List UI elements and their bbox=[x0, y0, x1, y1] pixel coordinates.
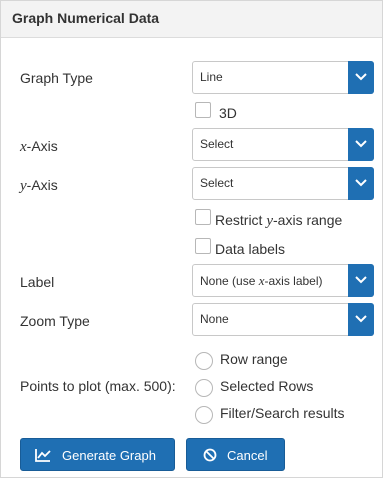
y-axis-label: y-Axis bbox=[20, 177, 58, 195]
3d-label: 3D bbox=[219, 105, 237, 121]
restrict-y-range-label: Restrict y-axis range bbox=[215, 212, 342, 230]
y-axis-select[interactable]: Select bbox=[192, 167, 374, 200]
zoom-type-value: None bbox=[200, 312, 229, 326]
y-axis-suffix: -Axis bbox=[26, 177, 58, 193]
y-axis-var: y bbox=[20, 178, 27, 194]
zoom-type-label: Zoom Type bbox=[20, 313, 90, 329]
chevron-down-icon bbox=[355, 315, 367, 323]
graph-type-dropdown-button[interactable] bbox=[348, 61, 374, 94]
cancel-button[interactable]: Cancel bbox=[186, 438, 285, 471]
label-value: None (use x-axis label) bbox=[200, 273, 323, 289]
cancel-label: Cancel bbox=[227, 448, 268, 463]
generate-graph-label: Generate Graph bbox=[62, 448, 156, 463]
label-value-pre: None (use bbox=[200, 274, 259, 288]
restrict-y-range-checkbox[interactable] bbox=[195, 209, 211, 225]
generate-graph-button[interactable]: Generate Graph bbox=[20, 438, 175, 471]
dialog-title: Graph Numerical Data bbox=[12, 10, 160, 26]
label-select[interactable]: None (use x-axis label) bbox=[192, 264, 374, 297]
x-axis-suffix: -Axis bbox=[26, 138, 58, 154]
dialog-titlebar: Graph Numerical Data bbox=[1, 1, 382, 38]
restrict-y-post: -axis range bbox=[273, 212, 343, 228]
radio-row-range-label: Row range bbox=[220, 351, 288, 367]
x-axis-label: x-Axis bbox=[20, 138, 58, 156]
chevron-down-icon bbox=[355, 73, 367, 81]
label-value-post: -axis label) bbox=[264, 274, 323, 288]
radio-selected-rows-label: Selected Rows bbox=[220, 378, 314, 394]
restrict-y-pre: Restrict bbox=[215, 212, 267, 228]
chevron-down-icon bbox=[355, 276, 367, 284]
graph-dialog: Graph Numerical Data Graph Type Line 3D … bbox=[0, 0, 383, 478]
y-axis-value: Select bbox=[200, 176, 234, 190]
y-axis-dropdown-button[interactable] bbox=[348, 167, 374, 200]
points-to-plot-label: Points to plot (max. 500): bbox=[20, 378, 176, 394]
data-labels-label: Data labels bbox=[215, 241, 286, 257]
label-dropdown-button[interactable] bbox=[348, 264, 374, 297]
x-axis-dropdown-button[interactable] bbox=[348, 128, 374, 161]
data-labels-checkbox[interactable] bbox=[195, 238, 211, 254]
radio-filter-search-results-label: Filter/Search results bbox=[220, 405, 345, 421]
x-axis-var: x bbox=[20, 139, 27, 155]
graph-type-select[interactable]: Line bbox=[192, 61, 374, 94]
zoom-type-select[interactable]: None bbox=[192, 303, 374, 336]
chevron-down-icon bbox=[355, 179, 367, 187]
x-axis-value: Select bbox=[200, 137, 234, 151]
3d-checkbox[interactable] bbox=[195, 102, 211, 118]
zoom-type-dropdown-button[interactable] bbox=[348, 303, 374, 336]
restrict-y-var: y bbox=[266, 213, 274, 229]
radio-filter-search-results[interactable] bbox=[195, 406, 213, 424]
graph-type-label: Graph Type bbox=[20, 70, 93, 86]
graph-type-value: Line bbox=[200, 70, 223, 84]
ban-icon bbox=[203, 448, 217, 465]
radio-selected-rows[interactable] bbox=[195, 379, 213, 397]
x-axis-select[interactable]: Select bbox=[192, 128, 374, 161]
label-field-label: Label bbox=[20, 274, 55, 290]
chevron-down-icon bbox=[355, 140, 367, 148]
line-chart-icon bbox=[35, 448, 51, 465]
radio-row-range[interactable] bbox=[195, 352, 213, 370]
